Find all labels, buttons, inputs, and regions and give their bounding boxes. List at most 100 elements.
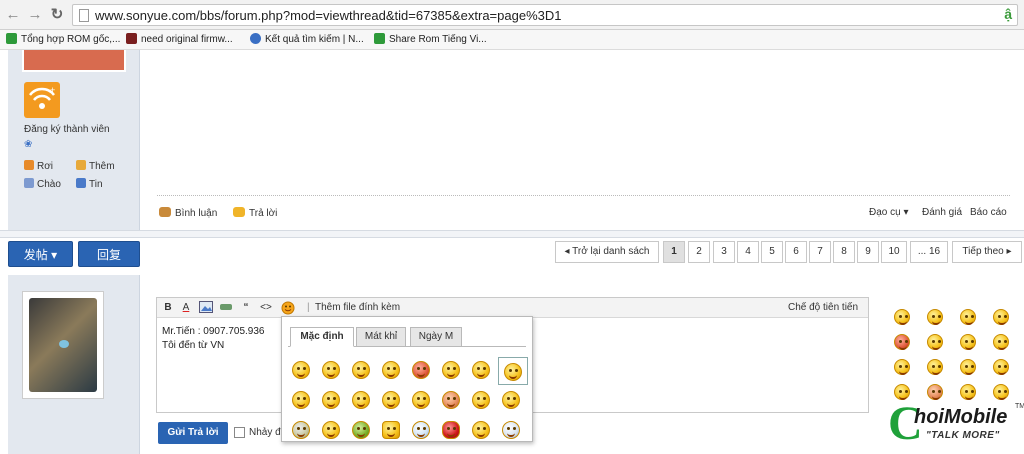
- smiley-icon[interactable]: [281, 301, 295, 315]
- logo-trademark: TM: [1015, 403, 1024, 410]
- logo-name: hoiMobile: [914, 406, 1008, 428]
- lips-icon[interactable]: [442, 421, 460, 439]
- smiley-icon[interactable]: [352, 361, 370, 379]
- comment-link[interactable]: Bình luận: [159, 207, 217, 219]
- sidebar-link-roi[interactable]: Rơi: [24, 160, 53, 172]
- link-icon[interactable]: [219, 301, 233, 315]
- smiley-icon[interactable]: [352, 421, 370, 439]
- avatar[interactable]: [22, 291, 104, 399]
- bookmark-item[interactable]: Share Rom Tiếng Vi...: [374, 33, 487, 47]
- smiley-icon[interactable]: [927, 359, 943, 375]
- page-link[interactable]: 2: [688, 241, 710, 263]
- svg-text:+: +: [50, 85, 55, 95]
- page-link[interactable]: 9: [857, 241, 879, 263]
- smiley-icon[interactable]: [472, 391, 490, 409]
- sidebar-link-them[interactable]: Thêm: [76, 160, 115, 172]
- bookmarks-bar: Tổng hợp ROM gốc,... need original firmw…: [0, 30, 1024, 50]
- smiley-icon[interactable]: [927, 334, 943, 350]
- home-icon: [24, 160, 34, 170]
- page-link[interactable]: 8: [833, 241, 855, 263]
- page-link[interactable]: ... 16: [910, 241, 948, 263]
- smiley-icon[interactable]: [894, 309, 910, 325]
- logo-tagline: "TALK MORE": [926, 430, 1000, 441]
- font-color-button[interactable]: A: [179, 301, 193, 315]
- smiley-icon[interactable]: [412, 361, 430, 379]
- smiley-icon[interactable]: [960, 309, 976, 325]
- tools-menu[interactable]: Đạo cụ ▾: [869, 207, 909, 218]
- tab-default[interactable]: Mặc định: [290, 327, 354, 347]
- page-link[interactable]: 5: [761, 241, 783, 263]
- smiley-icon[interactable]: [960, 334, 976, 350]
- smiley-icon[interactable]: [382, 361, 400, 379]
- smiley-icon[interactable]: [292, 391, 310, 409]
- smiley-icon[interactable]: [504, 363, 522, 381]
- page-link[interactable]: 1: [663, 241, 685, 263]
- smiley-icon[interactable]: [993, 334, 1009, 350]
- comment-icon: [159, 207, 171, 217]
- smiley-icon[interactable]: [322, 391, 340, 409]
- phone-icon: [374, 33, 385, 44]
- reply-icon: [233, 207, 245, 217]
- peace-hand-icon[interactable]: [382, 421, 400, 439]
- smiley-icon[interactable]: [442, 391, 460, 409]
- smiley-icon[interactable]: [502, 391, 520, 409]
- smiley-icon[interactable]: [352, 391, 370, 409]
- bookmark-item[interactable]: need original firmw...: [126, 33, 233, 47]
- image-icon[interactable]: [199, 301, 213, 315]
- smiley-icon[interactable]: [412, 391, 430, 409]
- register-label[interactable]: Đăng ký thành viên: [24, 124, 110, 135]
- post-content: Bình luận Trả lời Đạo cụ ▾ Đánh giá Báo …: [141, 50, 1024, 230]
- phone-icon[interactable]: [502, 421, 520, 439]
- smiley-icon[interactable]: [292, 421, 310, 439]
- page-link[interactable]: 7: [809, 241, 831, 263]
- smiley-icon[interactable]: [472, 361, 490, 379]
- tab-mat-khi[interactable]: Mát khỉ: [356, 327, 406, 347]
- next-page-button[interactable]: Tiếp theo ▸: [952, 241, 1022, 263]
- smiley-icon[interactable]: [292, 361, 310, 379]
- smiley-icon[interactable]: [322, 361, 340, 379]
- address-bar[interactable]: www.sonyue.com/bbs/forum.php?mod=viewthr…: [72, 4, 1018, 26]
- page-link[interactable]: 3: [713, 241, 735, 263]
- back-icon[interactable]: ←: [4, 6, 22, 24]
- smiley-icon[interactable]: [894, 359, 910, 375]
- smiley-icon[interactable]: [894, 334, 910, 350]
- bookmark-item[interactable]: Kết quả tìm kiếm | N...: [250, 33, 364, 47]
- flower-icon: ❀: [24, 139, 33, 150]
- sidebar-link-tin[interactable]: Tin: [76, 178, 103, 190]
- page-link[interactable]: 4: [737, 241, 759, 263]
- quote-button[interactable]: “: [239, 301, 253, 315]
- advanced-mode-link[interactable]: Chế độ tiên tiến: [788, 302, 858, 313]
- bookmark-item[interactable]: Tổng hợp ROM gốc,...: [6, 33, 120, 47]
- editor-text-line: Tôi đến từ VN: [162, 340, 225, 351]
- jump-checkbox[interactable]: [234, 427, 245, 438]
- handshake-icon[interactable]: [472, 421, 490, 439]
- clock-icon[interactable]: [412, 421, 430, 439]
- code-button[interactable]: <>: [259, 301, 273, 315]
- report-link[interactable]: Báo cáo: [970, 207, 1007, 218]
- bold-button[interactable]: B: [161, 301, 175, 315]
- smiley-icon[interactable]: [993, 359, 1009, 375]
- smiley-icon[interactable]: [322, 421, 340, 439]
- page-link[interactable]: 6: [785, 241, 807, 263]
- avatar[interactable]: [22, 50, 126, 72]
- reply-button[interactable]: 回复: [78, 241, 140, 267]
- tab-ngay-m[interactable]: Ngày M: [410, 327, 462, 347]
- rss-badge-icon[interactable]: +: [24, 82, 60, 118]
- page-link[interactable]: 10: [881, 241, 907, 263]
- attach-file-link[interactable]: Thêm file đính kèm: [315, 302, 400, 313]
- smiley-icon[interactable]: [927, 309, 943, 325]
- smiley-icon[interactable]: [993, 309, 1009, 325]
- leopard-eye: [59, 340, 69, 348]
- sidebar-link-chao[interactable]: Chào: [24, 178, 61, 190]
- new-post-button[interactable]: 发帖 ▾: [8, 241, 73, 267]
- forward-icon[interactable]: →: [26, 6, 44, 24]
- back-to-list-button[interactable]: ◂ Trở lại danh sách: [555, 241, 659, 263]
- smiley-icon[interactable]: [442, 361, 460, 379]
- rate-link[interactable]: Đánh giá: [922, 207, 962, 218]
- reload-icon[interactable]: ↻: [48, 6, 66, 24]
- reply-link[interactable]: Trả lời: [233, 207, 277, 219]
- smiley-icon[interactable]: [382, 391, 400, 409]
- extension-icon[interactable]: ậ: [1004, 6, 1012, 22]
- submit-reply-button[interactable]: Gửi Trả lời: [158, 422, 228, 444]
- smiley-icon[interactable]: [960, 359, 976, 375]
